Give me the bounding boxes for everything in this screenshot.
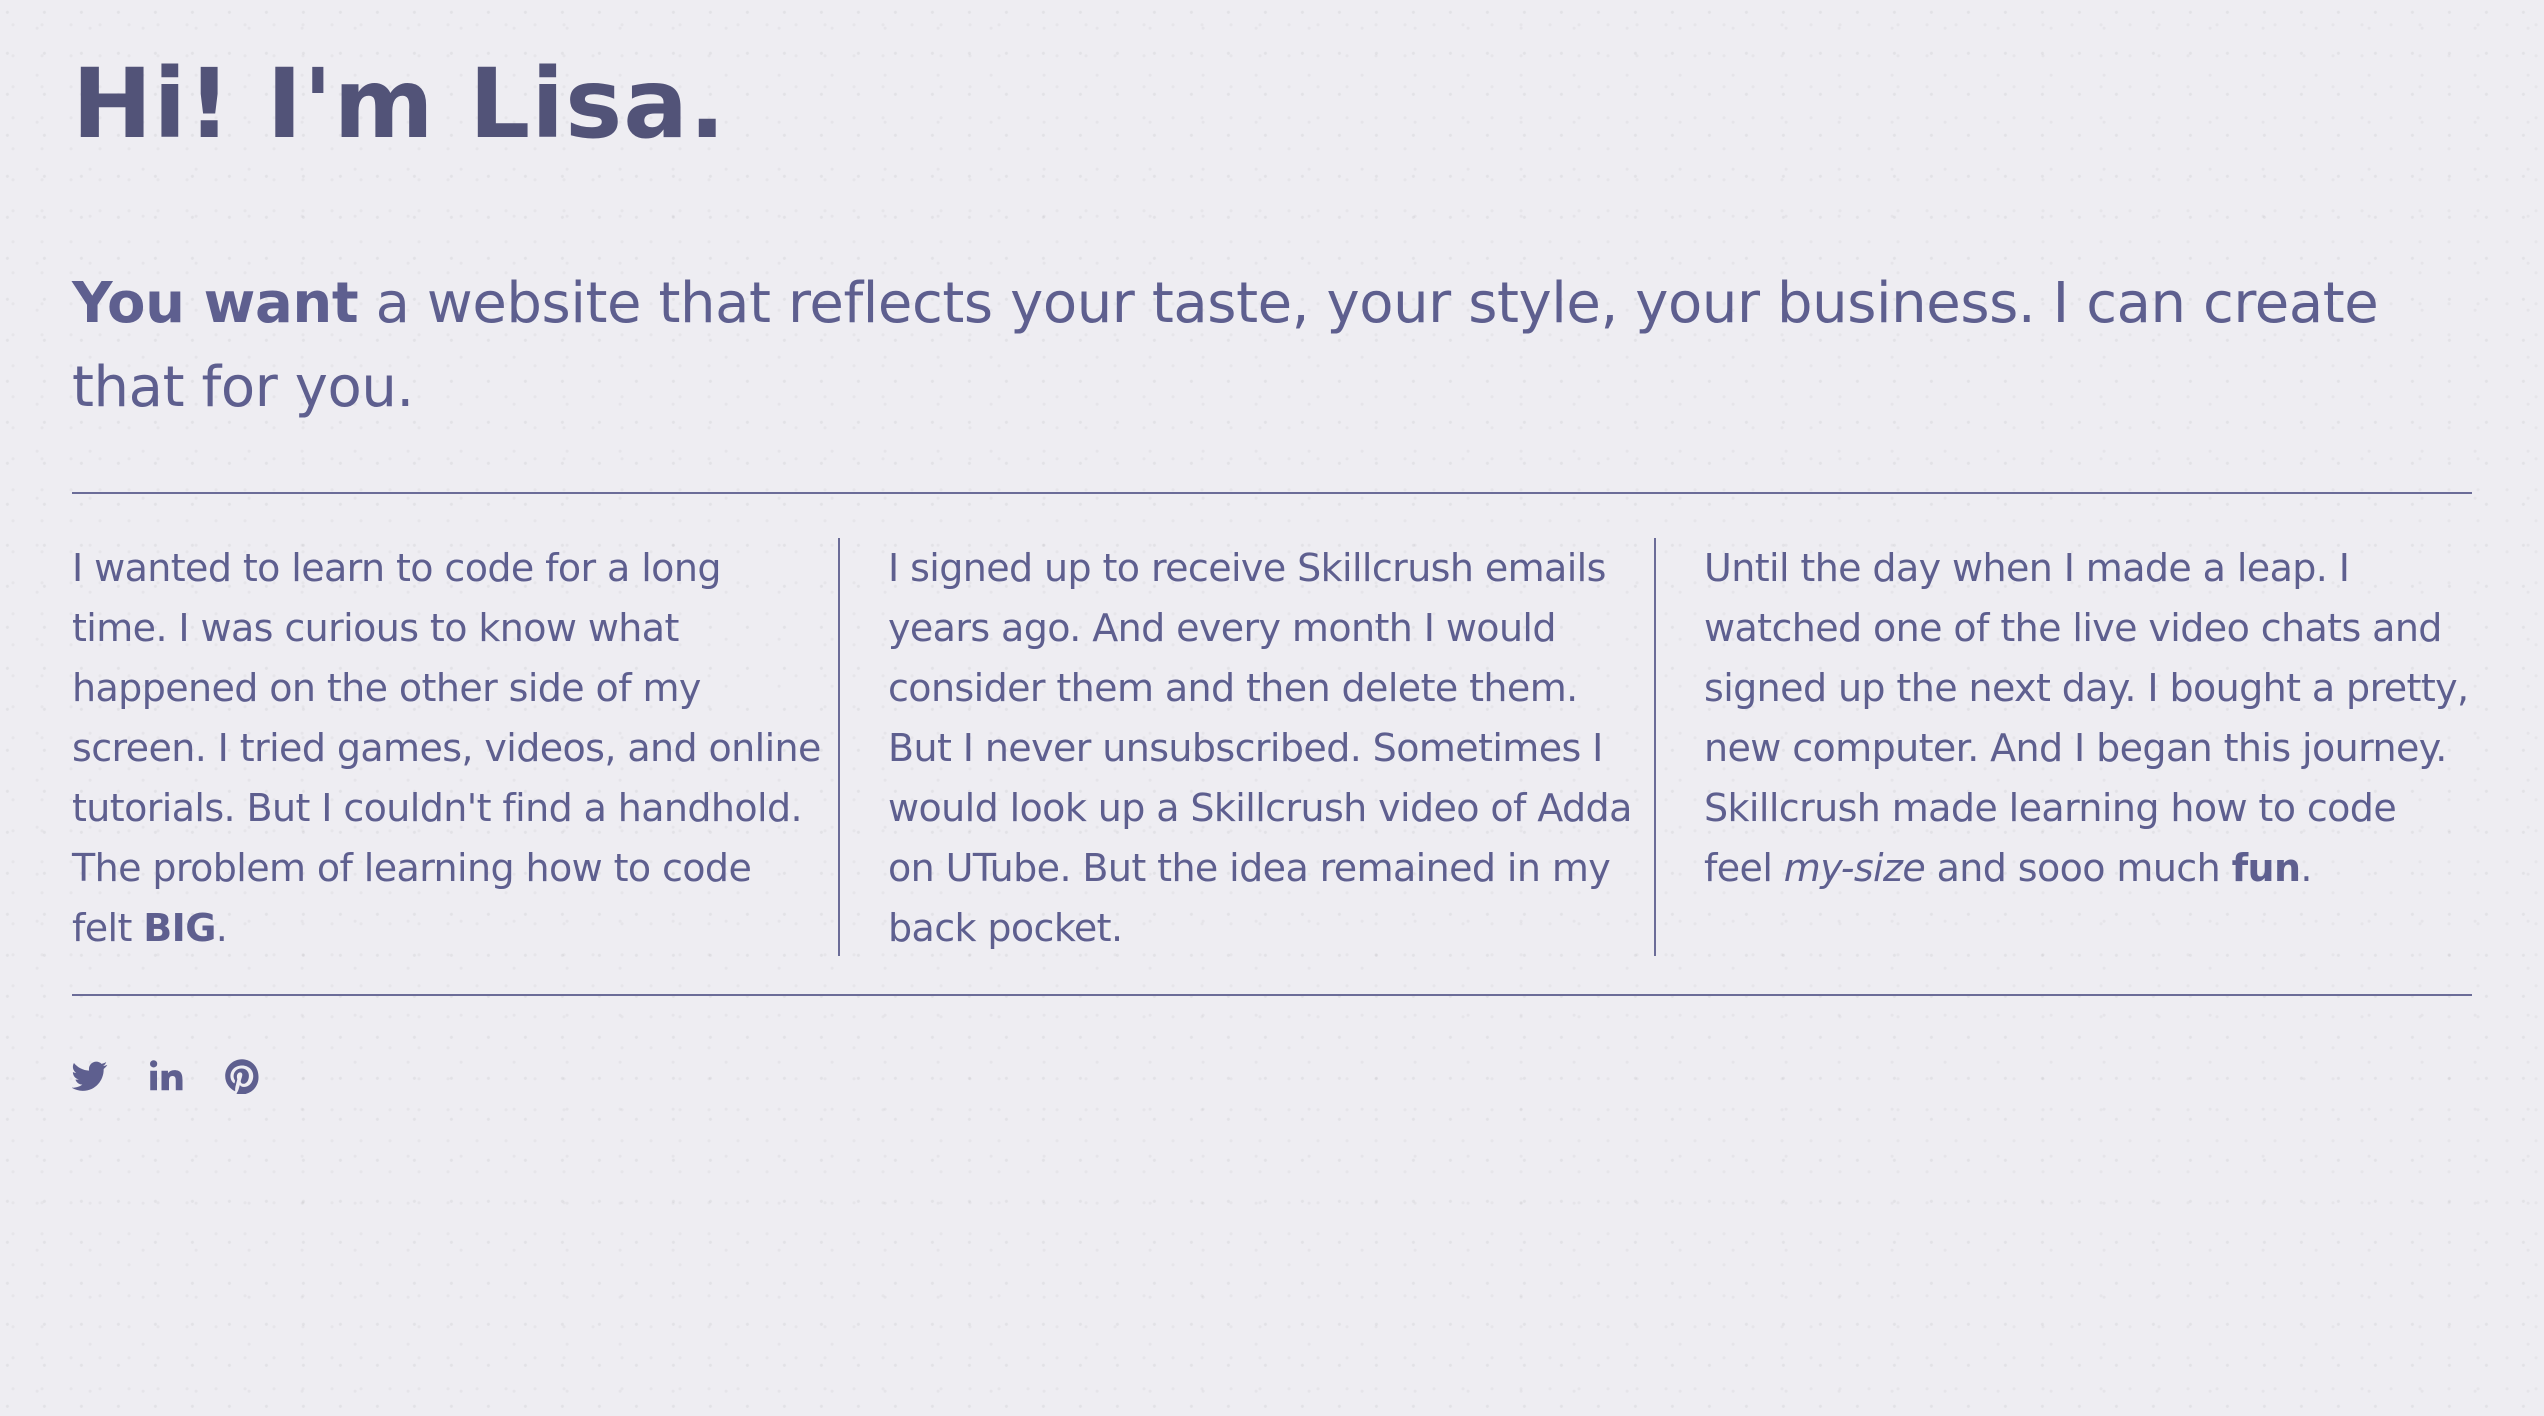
linkedin-link[interactable] (148, 1058, 184, 1094)
story-column-1: I wanted to learn to code for a long tim… (72, 538, 840, 956)
column-3-end: . (2300, 846, 2312, 890)
column-2-text: I signed up to receive Skillcrush emails… (888, 546, 1632, 950)
column-1-text: I wanted to learn to code for a long tim… (72, 546, 821, 950)
intro-text: a website that reflects your taste, your… (72, 271, 2379, 420)
story-column-3: Until the day when I made a leap. I watc… (1656, 538, 2472, 956)
story-column-2: I signed up to receive Skillcrush emails… (840, 538, 1656, 956)
pinterest-link[interactable] (224, 1058, 260, 1094)
page-title: Hi! I'm Lisa. (72, 48, 727, 160)
column-3-middle: and sooo much (1925, 846, 2232, 890)
bottom-divider (72, 994, 2472, 996)
column-3-italic: my-size (1783, 846, 1926, 890)
column-3-bold: fun (2231, 846, 2301, 890)
intro-paragraph: You want a website that reflects your ta… (72, 262, 2472, 430)
twitter-icon (72, 1061, 108, 1091)
social-links (72, 1058, 260, 1094)
column-3-text: Until the day when I made a leap. I watc… (1704, 546, 2469, 890)
intro-lead: You want (72, 271, 359, 336)
story-columns: I wanted to learn to code for a long tim… (72, 538, 2472, 956)
column-1-end: . (215, 906, 228, 950)
twitter-link[interactable] (72, 1058, 108, 1094)
column-1-bold: BIG (143, 906, 216, 950)
linkedin-icon (150, 1060, 183, 1091)
top-divider (72, 492, 2472, 494)
pinterest-icon (225, 1059, 259, 1094)
